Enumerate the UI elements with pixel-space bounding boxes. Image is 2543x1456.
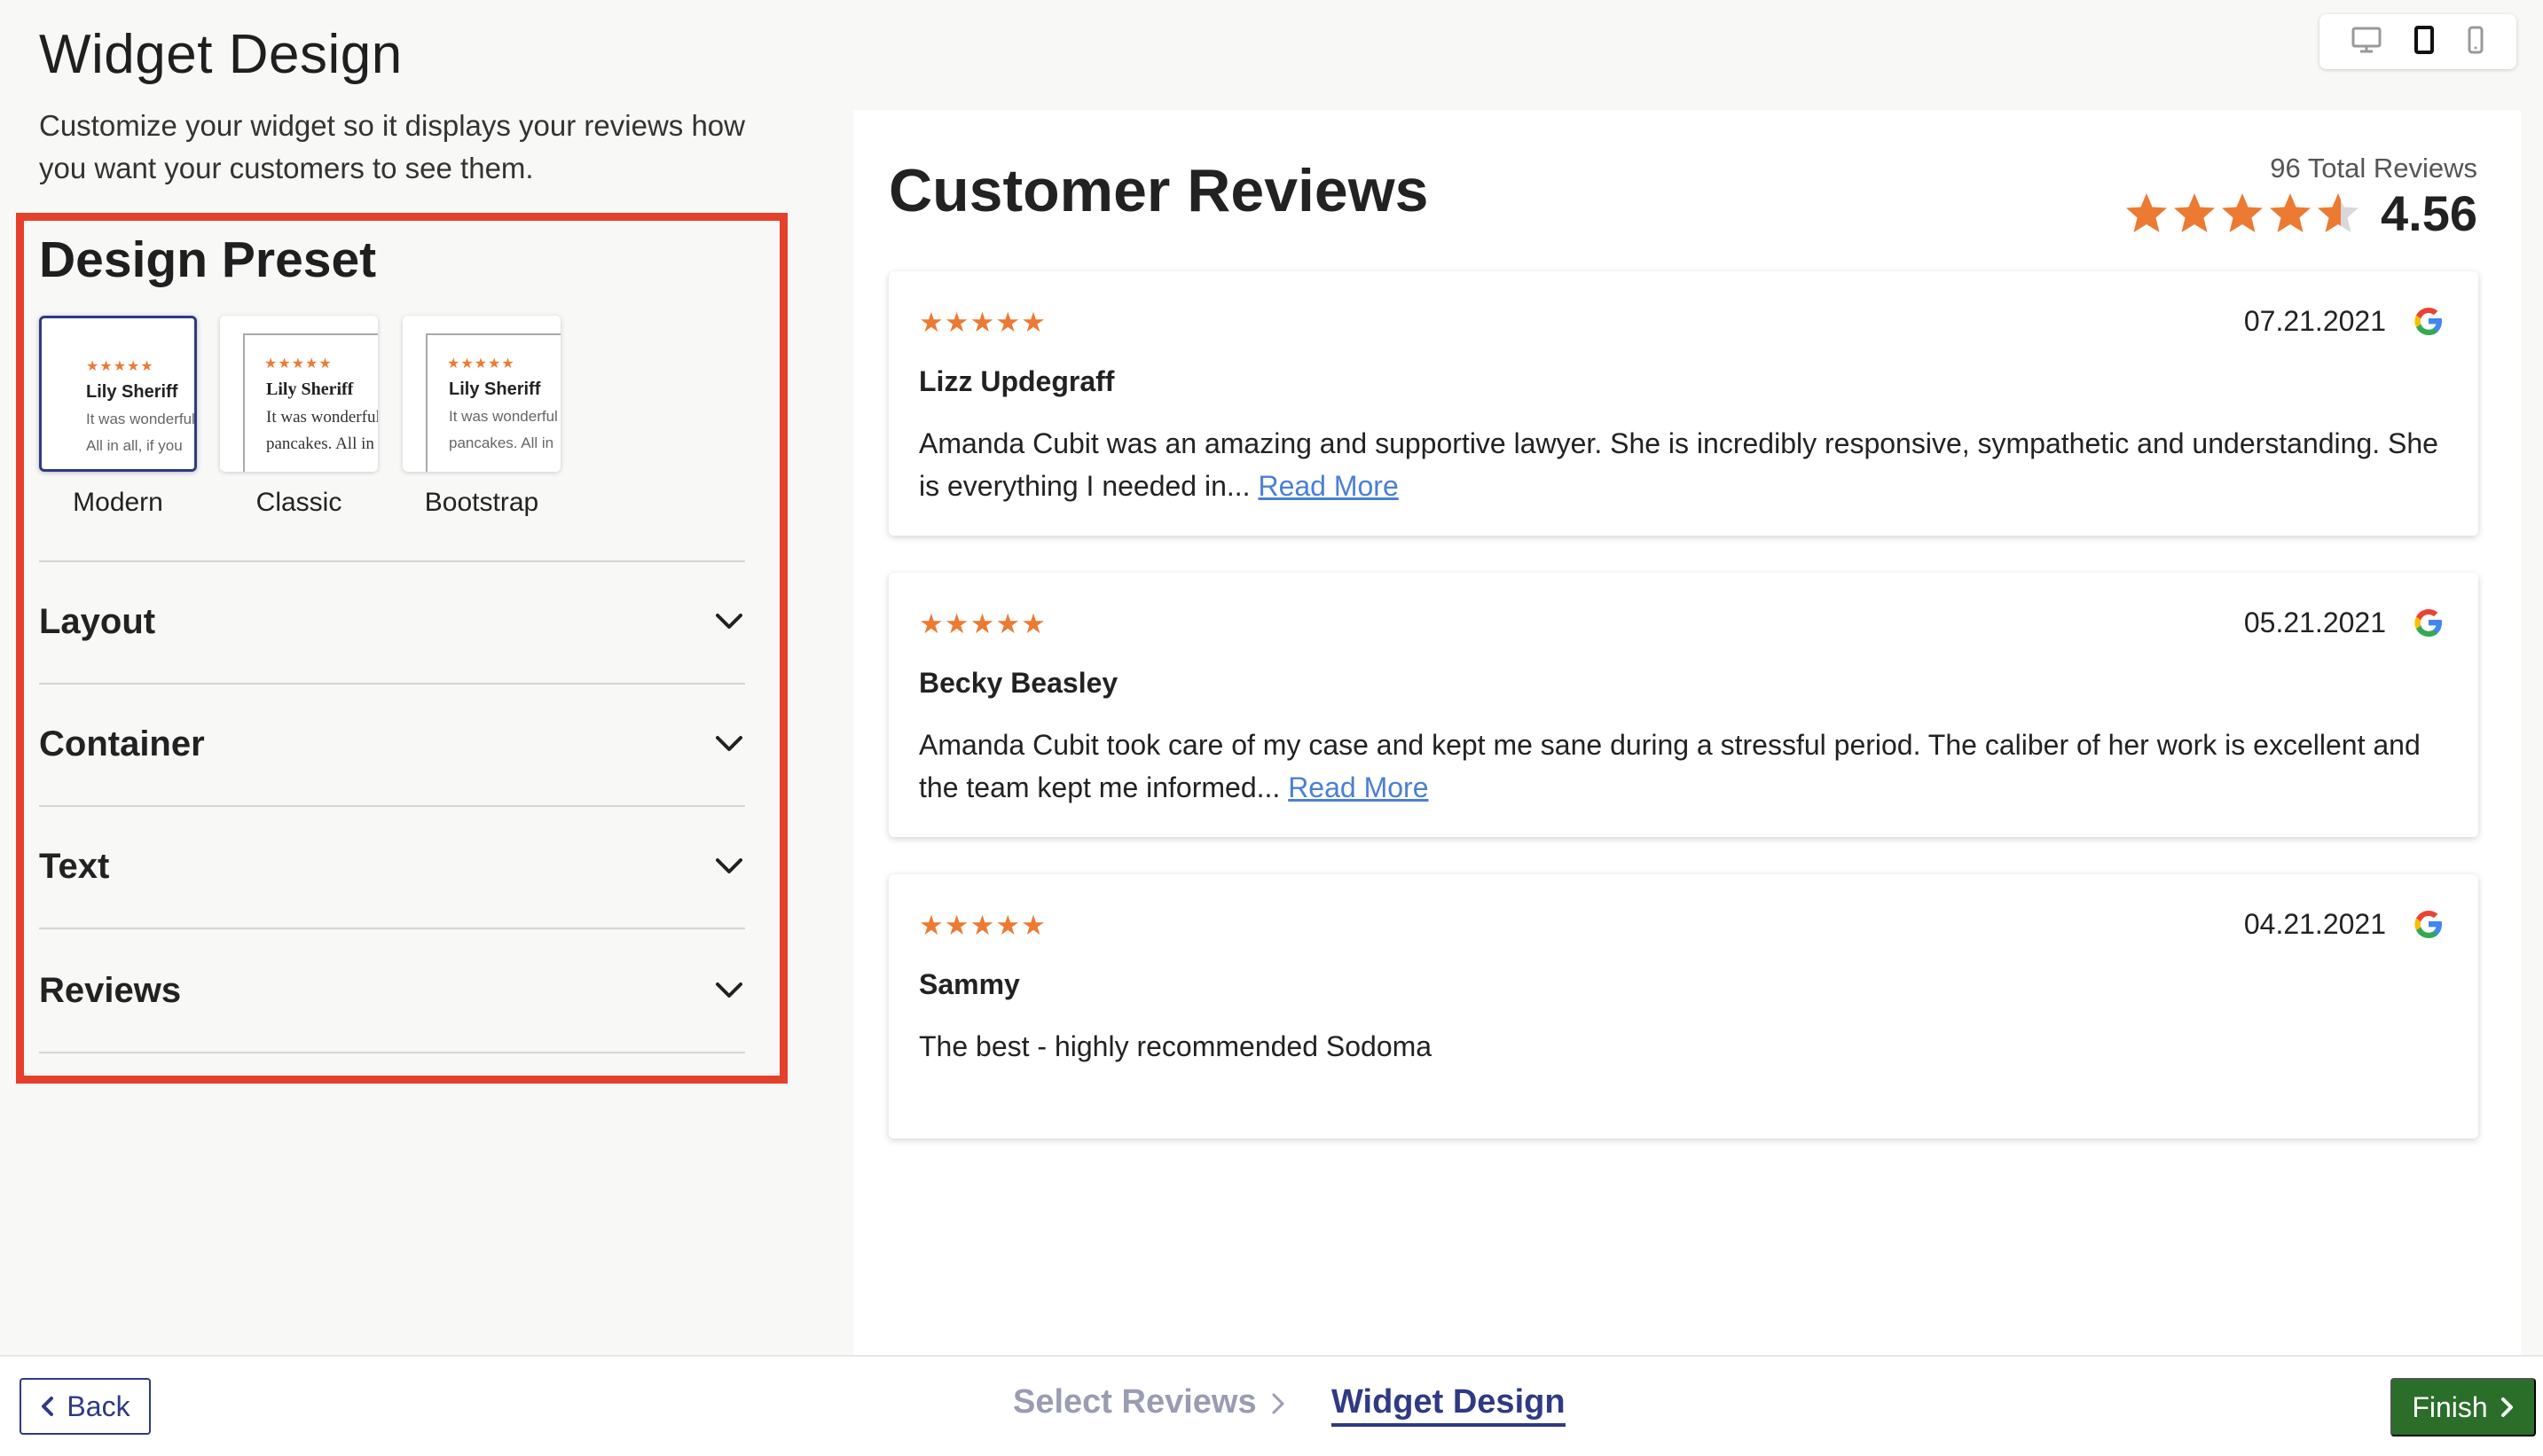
rating-star-icon bbox=[2126, 192, 2167, 232]
review-card: ★★★★★ 07.21.2021 Lizz Updegraff Amanda C… bbox=[889, 271, 2478, 536]
review-body: Amanda Cubit took care of my case and ke… bbox=[919, 724, 2453, 809]
step-widget-design[interactable]: Widget Design bbox=[1331, 1383, 1566, 1427]
bottom-bar: Back Select Reviews Widget Design Finish bbox=[0, 1355, 2543, 1456]
preset-classic[interactable]: ★★★★★ Lily Sheriff It was wonderful panc… bbox=[220, 316, 378, 518]
review-author: Sammy bbox=[919, 968, 1020, 1000]
preset-stars: ★★★★★ bbox=[86, 359, 154, 374]
review-stars: ★★★★★ bbox=[919, 910, 1047, 941]
preset-modern[interactable]: ★★★★★ Lily Sheriff It was wonderful All … bbox=[39, 316, 197, 518]
preset-bootstrap[interactable]: ★★★★★ Lily Sheriff It was wonderful panc… bbox=[403, 316, 561, 518]
preset-stars: ★★★★★ bbox=[447, 356, 515, 372]
review-stars: ★★★★★ bbox=[919, 608, 1047, 639]
google-icon bbox=[2411, 906, 2446, 942]
preset-sample-line: All in all, if you bbox=[86, 437, 183, 454]
review-date: 04.21.2021 bbox=[2243, 908, 2386, 940]
rating-stars bbox=[2123, 191, 2361, 237]
preset-sample-name: Lily Sheriff bbox=[266, 380, 354, 399]
accordion-label: Text bbox=[39, 846, 110, 886]
preset-card-bootstrap[interactable]: ★★★★★ Lily Sheriff It was wonderful panc… bbox=[403, 316, 561, 472]
preset-sample-line: pancakes. All in bbox=[266, 434, 374, 453]
accordion-reviews[interactable]: Reviews bbox=[39, 959, 745, 1022]
review-text: The best - highly recommended Sodoma bbox=[919, 1030, 1432, 1062]
chevron-right-icon bbox=[2500, 1397, 2513, 1417]
preset-card-modern[interactable]: ★★★★★ Lily Sheriff It was wonderful All … bbox=[39, 316, 197, 472]
preset-label-bootstrap: Bootstrap bbox=[424, 488, 539, 517]
rating-summary: 4.56 bbox=[2123, 184, 2477, 242]
chevron-down-icon[interactable] bbox=[713, 728, 745, 760]
accordion-text[interactable]: Text bbox=[39, 835, 745, 897]
google-icon bbox=[2411, 303, 2446, 339]
rating-star-icon bbox=[2270, 192, 2311, 232]
preset-stars: ★★★★★ bbox=[264, 356, 333, 372]
accordion-layout[interactable]: Layout bbox=[39, 591, 745, 653]
divider bbox=[39, 683, 745, 685]
accordion-label: Reviews bbox=[39, 970, 182, 1010]
tablet-icon[interactable] bbox=[2413, 25, 2435, 59]
review-stars: ★★★★★ bbox=[919, 307, 1047, 338]
finish-button[interactable]: Finish bbox=[2390, 1378, 2536, 1436]
chevron-right-icon bbox=[1270, 1392, 1286, 1420]
preset-sample-line: It was wonderful bbox=[266, 408, 378, 427]
step-select-reviews[interactable]: Select Reviews bbox=[1013, 1383, 1257, 1421]
accordion-label: Container bbox=[39, 724, 205, 763]
rating-value: 4.56 bbox=[2381, 185, 2477, 241]
review-card: ★★★★★ 05.21.2021 Becky Beasley Amanda Cu… bbox=[889, 573, 2478, 837]
back-button[interactable]: Back bbox=[20, 1378, 151, 1435]
preset-sample-line: It was wonderful bbox=[449, 408, 558, 425]
review-author: Becky Beasley bbox=[919, 667, 1118, 699]
review-text: Amanda Cubit was an amazing and supporti… bbox=[919, 427, 2438, 502]
accordion-container[interactable]: Container bbox=[39, 713, 745, 775]
page-subtitle: Customize your widget so it displays you… bbox=[39, 109, 745, 184]
accordion-label: Layout bbox=[39, 601, 156, 641]
review-card: ★★★★★ 04.21.2021 Sammy The best - highly… bbox=[889, 874, 2478, 1139]
page-title: Widget Design bbox=[39, 24, 403, 85]
chevron-down-icon[interactable] bbox=[713, 850, 745, 882]
chevron-left-icon bbox=[42, 1397, 54, 1416]
read-more-link[interactable]: Read More bbox=[1288, 771, 1428, 803]
rating-star-icon bbox=[2174, 192, 2215, 232]
preview-title: Customer Reviews bbox=[889, 157, 1429, 224]
preset-sample-line: pancakes. All in bbox=[449, 434, 554, 451]
desktop-icon[interactable] bbox=[2351, 27, 2382, 58]
total-reviews: 96 Total Reviews bbox=[2270, 153, 2477, 184]
mobile-icon[interactable] bbox=[2467, 26, 2484, 59]
design-preset-title: Design Preset bbox=[39, 231, 377, 288]
preset-label-classic: Classic bbox=[255, 488, 342, 517]
review-date: 07.21.2021 bbox=[2243, 305, 2386, 337]
preset-label-modern: Modern bbox=[73, 488, 163, 517]
finish-label: Finish bbox=[2412, 1390, 2488, 1423]
preset-card-classic[interactable]: ★★★★★ Lily Sheriff It was wonderful panc… bbox=[220, 316, 378, 472]
chevron-down-icon[interactable] bbox=[713, 606, 745, 638]
preset-sample-name: Lily Sheriff bbox=[86, 382, 178, 402]
review-body: Amanda Cubit was an amazing and supporti… bbox=[919, 422, 2453, 507]
divider bbox=[39, 928, 745, 929]
read-more-link[interactable]: Read More bbox=[1258, 470, 1398, 502]
rating-star-icon bbox=[2222, 192, 2263, 232]
divider bbox=[39, 805, 745, 807]
device-toggle bbox=[2319, 14, 2516, 69]
review-text: Amanda Cubit took care of my case and ke… bbox=[919, 729, 2421, 803]
review-date: 05.21.2021 bbox=[2243, 607, 2386, 638]
divider bbox=[39, 560, 745, 562]
back-label: Back bbox=[67, 1389, 130, 1422]
preset-sample-line: It was wonderful bbox=[86, 411, 195, 427]
rating-star-icon bbox=[2318, 192, 2359, 232]
chevron-down-icon[interactable] bbox=[713, 975, 745, 1006]
review-author: Lizz Updegraff bbox=[919, 365, 1115, 397]
review-body: The best - highly recommended Sodoma bbox=[919, 1025, 2453, 1068]
preset-sample-name: Lily Sheriff bbox=[449, 380, 541, 399]
divider bbox=[39, 1052, 745, 1053]
google-icon bbox=[2411, 605, 2446, 640]
